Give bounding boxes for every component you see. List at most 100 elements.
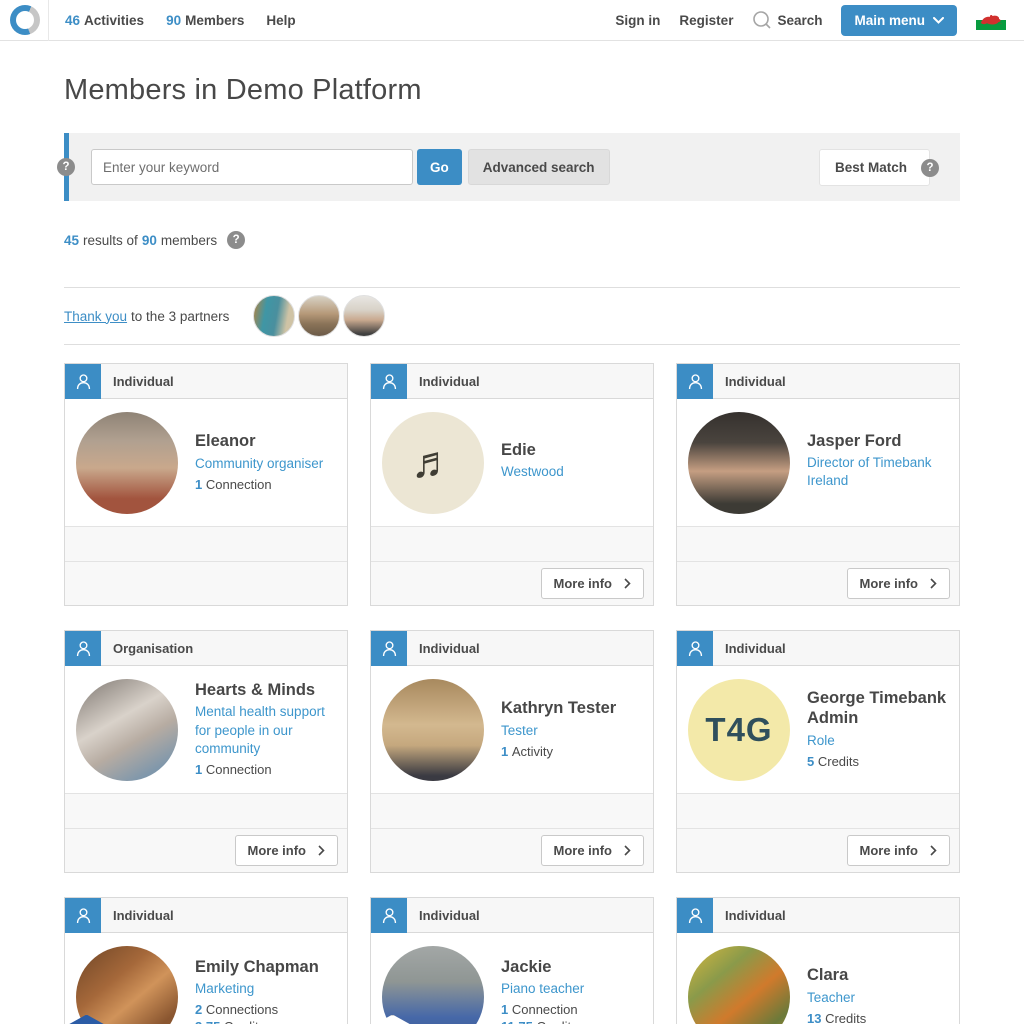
card-type-label: Individual [725, 641, 786, 656]
nav-help[interactable]: Help [266, 13, 295, 28]
member-card: Individual Eleanor Community organiser 1… [64, 363, 348, 606]
member-name: Hearts & Minds [195, 680, 335, 700]
thank-you-link[interactable]: Thank you [64, 309, 127, 324]
member-name: Kathryn Tester [501, 698, 616, 718]
card-type-label: Individual [419, 374, 480, 389]
card-body: T4G George Timebank Admin Role 5 Credits [677, 666, 959, 793]
card-footer-row [65, 526, 347, 561]
card-footer-action-row: More info [677, 828, 959, 872]
register-link[interactable]: Register [679, 13, 733, 28]
member-card: Individual Kathryn Tester Tester 1 Activ… [370, 630, 654, 873]
advanced-search-button[interactable]: Advanced search [468, 149, 610, 185]
card-body: Emily Chapman Marketing 2 Connections 3.… [65, 933, 347, 1024]
partner-avatar[interactable] [298, 295, 340, 337]
card-type-label: Individual [725, 374, 786, 389]
member-avatar[interactable] [76, 679, 178, 781]
avatar-wrap [688, 412, 790, 514]
more-info-button[interactable]: More info [541, 835, 645, 866]
partner-avatar[interactable] [253, 295, 295, 337]
card-header: Individual [65, 898, 347, 933]
card-body: Jasper Ford Director of Timebank Ireland [677, 399, 959, 526]
more-info-button[interactable]: More info [235, 835, 339, 866]
member-role-link[interactable]: Director of Timebank Ireland [807, 454, 947, 490]
card-type-label: Organisation [113, 641, 193, 656]
avatar-monogram: T4G [705, 711, 772, 749]
member-info: Hearts & Minds Mental health support for… [195, 680, 335, 779]
person-icon [65, 631, 101, 666]
partners-row: Thank you to the 3 partners [64, 288, 960, 344]
card-type-label: Individual [725, 908, 786, 923]
person-icon [677, 364, 713, 399]
member-info: George Timebank Admin Role 5 Credits [807, 688, 947, 770]
member-role-link[interactable]: Teacher [807, 989, 866, 1007]
card-header: Individual [371, 898, 653, 933]
puzzle-badge-icon [68, 1015, 105, 1024]
member-avatar[interactable]: ♬ [382, 412, 484, 514]
member-role-link[interactable]: Marketing [195, 980, 335, 998]
member-role-link[interactable]: Role [807, 732, 947, 750]
divider [64, 344, 960, 345]
avatar-wrap [382, 679, 484, 781]
card-body: 2 badges Jackie Piano teacher 1 Connecti… [371, 933, 653, 1024]
member-info: Kathryn Tester Tester 1 Activity [501, 698, 616, 760]
more-info-label: More info [554, 843, 613, 858]
sort-help-icon[interactable]: ? [921, 159, 939, 177]
person-icon [371, 631, 407, 666]
go-button[interactable]: Go [417, 149, 462, 185]
avatar-wrap: T4G [688, 679, 790, 781]
member-stats: 1 Activity [501, 744, 616, 761]
music-note-icon: ♬ [411, 441, 455, 485]
member-avatar[interactable] [76, 412, 178, 514]
partner-avatar[interactable] [343, 295, 385, 337]
more-info-button[interactable]: More info [541, 568, 645, 599]
card-footer-action-row: More info [371, 561, 653, 605]
card-header: Organisation [65, 631, 347, 666]
member-avatar[interactable] [688, 412, 790, 514]
member-name: Clara [807, 965, 866, 985]
person-icon [677, 898, 713, 933]
nav-search[interactable]: Search [752, 10, 822, 30]
person-icon [371, 364, 407, 399]
member-role-link[interactable]: Piano teacher [501, 980, 641, 998]
member-stats: 1 Connection 11.75 Credits [501, 1002, 641, 1024]
nav-members[interactable]: 90 Members [166, 13, 244, 28]
card-footer-row [65, 793, 347, 828]
more-info-button[interactable]: More info [847, 568, 951, 599]
member-avatar[interactable] [382, 946, 484, 1024]
avatar-wrap: ♬ [382, 412, 484, 514]
exchange-badge-icon [374, 1015, 411, 1024]
member-avatar[interactable] [688, 946, 790, 1024]
member-stats: 13 Credits [807, 1011, 866, 1024]
member-role-link[interactable]: Tester [501, 722, 616, 740]
card-type-label: Individual [419, 908, 480, 923]
best-match-button[interactable]: Best Match [819, 149, 930, 186]
partner-avatars [253, 295, 385, 337]
card-header: Individual [677, 898, 959, 933]
more-info-button[interactable]: More info [847, 835, 951, 866]
member-avatar[interactable] [76, 946, 178, 1024]
platform-logo-icon[interactable] [10, 5, 40, 35]
avatar-wrap [76, 412, 178, 514]
welsh-flag-icon[interactable] [976, 10, 1006, 30]
results-help-icon[interactable]: ? [227, 231, 245, 249]
search-help-icon[interactable]: ? [57, 158, 75, 176]
avatar-wrap [76, 946, 178, 1024]
achievement-badge[interactable]: 2 badges [374, 1015, 469, 1024]
main-menu-button[interactable]: Main menu [841, 5, 957, 36]
person-icon [371, 898, 407, 933]
member-role-link[interactable]: Community organiser [195, 455, 323, 473]
member-role-link[interactable]: Westwood [501, 463, 564, 481]
achievement-badge[interactable] [68, 1015, 105, 1024]
sign-in-link[interactable]: Sign in [615, 13, 660, 28]
search-panel: ? Go Advanced search Best Match ? [64, 133, 960, 201]
member-avatar[interactable] [382, 679, 484, 781]
chevron-right-icon [624, 578, 631, 589]
member-avatar[interactable]: T4G [688, 679, 790, 781]
member-role-link[interactable]: Mental health support for people in our … [195, 703, 335, 758]
nav-activities[interactable]: 46 Activities [65, 13, 144, 28]
person-icon [65, 898, 101, 933]
keyword-input[interactable] [91, 149, 413, 185]
member-grid: Individual Eleanor Community organiser 1… [64, 363, 960, 1024]
member-stats: 5 Credits [807, 754, 947, 771]
member-card: Organisation Hearts & Minds Mental healt… [64, 630, 348, 873]
